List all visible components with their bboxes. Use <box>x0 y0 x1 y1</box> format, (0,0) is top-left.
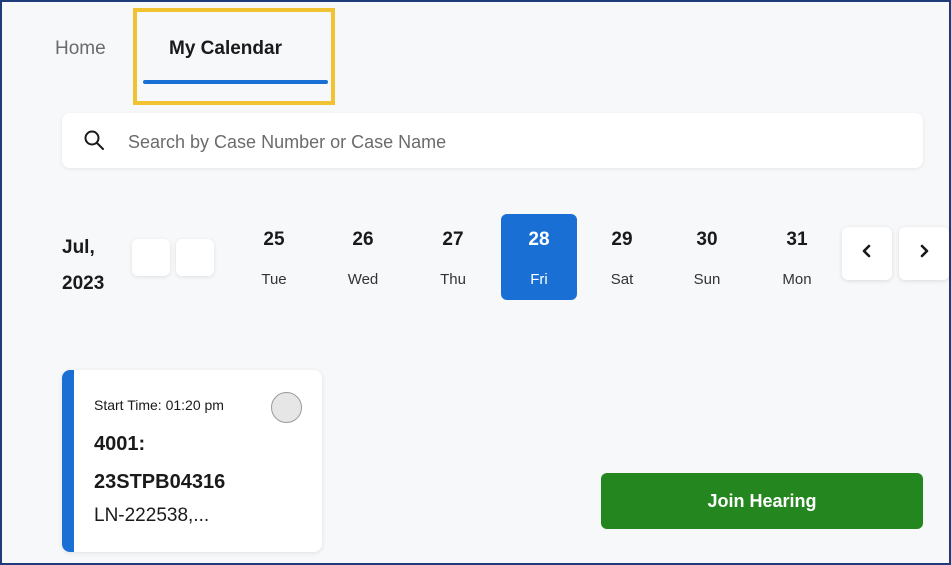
day-weekday: Sun <box>693 271 721 288</box>
chevron-right-icon <box>917 244 931 263</box>
case-name: LN-222538,... <box>94 505 210 526</box>
prev-week-button[interactable] <box>842 227 892 280</box>
day-number: 30 <box>696 229 718 250</box>
join-hearing-button[interactable]: Join Hearing <box>601 473 923 529</box>
day-number: 28 <box>528 229 550 250</box>
month-name: Jul, <box>62 237 95 258</box>
day-number: 31 <box>786 229 808 250</box>
case-number-line1: 4001: <box>94 433 146 455</box>
day-number: 26 <box>352 229 374 250</box>
next-week-button[interactable] <box>899 227 949 280</box>
month-label: Jul, 2023 <box>62 230 104 302</box>
search-input[interactable] <box>128 129 888 155</box>
case-number-line2: 23STPB04316 <box>94 471 226 493</box>
day-29[interactable]: 29 Sat <box>584 214 660 300</box>
day-weekday: Sat <box>610 271 634 288</box>
search-icon <box>83 129 105 151</box>
app-frame: Home My Calendar Jul, 2023 25 Tue 26 Wed… <box>0 0 951 565</box>
day-28-selected[interactable]: 28 Fri <box>501 214 577 300</box>
case-select-radio[interactable] <box>271 392 302 423</box>
day-31[interactable]: 31 Mon <box>759 214 835 300</box>
day-26[interactable]: 26 Wed <box>325 214 401 300</box>
start-time: Start Time: 01:20 pm <box>94 397 224 413</box>
month-picker-button[interactable] <box>132 239 170 276</box>
chevron-left-icon <box>860 244 874 263</box>
day-27[interactable]: 27 Thu <box>415 214 491 300</box>
year: 2023 <box>62 273 105 294</box>
day-weekday: Wed <box>347 271 379 288</box>
day-number: 25 <box>263 229 285 250</box>
day-30[interactable]: 30 Sun <box>669 214 745 300</box>
day-weekday: Thu <box>440 271 466 288</box>
day-weekday: Fri <box>530 271 548 288</box>
tab-highlight-box <box>133 8 335 105</box>
day-number: 29 <box>611 229 633 250</box>
case-number: 4001: 23STPB04316 <box>94 425 294 501</box>
year-picker-button[interactable] <box>176 239 214 276</box>
day-weekday: Tue <box>261 271 287 288</box>
day-number: 27 <box>442 229 464 250</box>
day-25[interactable]: 25 Tue <box>236 214 312 300</box>
case-card[interactable]: Start Time: 01:20 pm 4001: 23STPB04316 L… <box>62 370 322 552</box>
tab-home[interactable]: Home <box>55 38 106 60</box>
card-accent-bar <box>62 370 74 552</box>
day-weekday: Mon <box>782 271 812 288</box>
